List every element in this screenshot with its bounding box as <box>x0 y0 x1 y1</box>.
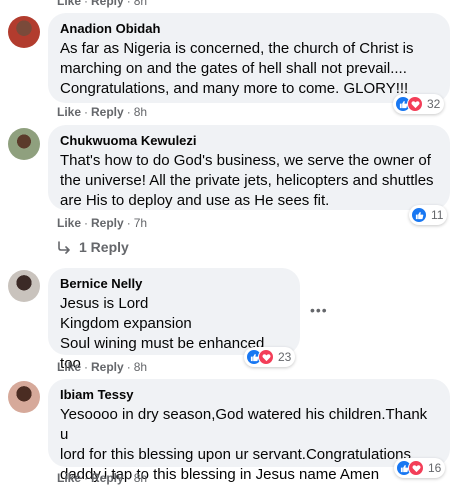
reply-arrow-icon <box>58 241 70 254</box>
comment-author[interactable]: Bernice Nelly <box>60 276 288 292</box>
comment-bubble: Bernice Nelly Jesus is Lord Kingdom expa… <box>48 268 300 372</box>
comment-author[interactable]: Chukwuoma Kewulezi <box>60 133 438 149</box>
comment-line: are His to deploy and use as He sees fit… <box>60 192 330 209</box>
avatar[interactable] <box>8 270 40 302</box>
comment-author[interactable]: Ibiam Tessy <box>60 387 438 403</box>
comment-line: Yesoooo in dry season,God watered his ch… <box>60 406 428 443</box>
reaction-count: 16 <box>428 461 442 475</box>
like-link[interactable]: Like <box>57 360 81 374</box>
like-link[interactable]: Like <box>57 105 81 119</box>
comment-time[interactable]: 8h <box>134 471 147 485</box>
heart-icon <box>407 96 423 112</box>
comment-bubble: Anadion Obidah As far as Nigeria is conc… <box>48 13 450 103</box>
heart-icon <box>408 460 424 476</box>
separator: · <box>126 360 131 374</box>
avatar[interactable] <box>8 16 40 48</box>
view-replies-link[interactable]: 1 Reply <box>57 239 129 255</box>
avatar[interactable] <box>8 128 40 160</box>
top-comment-actions: Like · Reply · 8h <box>57 0 147 8</box>
reaction-count: 23 <box>278 350 292 364</box>
comment-line: That's how to do God's business, we serv… <box>60 152 431 169</box>
separator: · <box>84 216 89 230</box>
more-options-icon[interactable]: ••• <box>310 302 328 318</box>
comment-author[interactable]: Anadion Obidah <box>60 21 438 37</box>
like-link[interactable]: Like <box>57 216 81 230</box>
separator: · <box>126 216 131 230</box>
comment-line: Jesus is Lord <box>60 295 149 312</box>
reaction-summary[interactable]: 23 <box>244 347 296 367</box>
comment-time[interactable]: 8h <box>134 360 147 374</box>
comment-bubble: Chukwuoma Kewulezi That's how to do God'… <box>48 125 450 210</box>
comment-line: lord for this blessing upon ur servant.C… <box>60 446 412 463</box>
reaction-summary[interactable]: 11 <box>409 205 448 225</box>
reply-link[interactable]: Reply <box>91 105 124 119</box>
comment-time[interactable]: 7h <box>134 216 147 230</box>
separator: · <box>126 105 131 119</box>
comment-line: Kingdom expansion <box>60 315 192 332</box>
like-link[interactable]: Like <box>57 0 81 8</box>
reply-link[interactable]: Reply <box>91 0 124 8</box>
comment-time[interactable]: 8h <box>134 0 147 8</box>
comment-actions: Like · Reply · 8h <box>57 105 147 119</box>
replies-label: 1 Reply <box>79 239 129 255</box>
comment-bubble: Ibiam Tessy Yesoooo in dry season,God wa… <box>48 379 450 483</box>
reply-link[interactable]: Reply <box>91 216 124 230</box>
separator: · <box>84 0 89 8</box>
reply-link[interactable]: Reply <box>91 360 124 374</box>
comment-actions: Like · Reply · 7h <box>57 216 147 230</box>
reaction-summary[interactable]: 32 <box>393 94 445 114</box>
heart-icon <box>258 349 274 365</box>
comment-actions: Like · Reply · 8h <box>57 471 147 485</box>
comment-time[interactable]: 8h <box>134 105 147 119</box>
separator: · <box>84 360 89 374</box>
like-link[interactable]: Like <box>57 471 81 485</box>
reaction-count: 32 <box>427 97 441 111</box>
comment-line: Congratulations, and many more to come. … <box>60 80 409 97</box>
comment-line: marching on and the gates of hell shall … <box>60 60 407 77</box>
separator: · <box>126 471 131 485</box>
reaction-summary[interactable]: 16 <box>394 458 446 478</box>
reply-link[interactable]: Reply <box>91 471 124 485</box>
comment-text: As far as Nigeria is concerned, the chur… <box>60 39 438 99</box>
thumbs-up-icon <box>411 207 427 223</box>
comment-text: That's how to do God's business, we serv… <box>60 151 438 211</box>
separator: · <box>126 0 131 8</box>
reaction-count: 11 <box>431 208 444 222</box>
comment-line: As far as Nigeria is concerned, the chur… <box>60 40 414 57</box>
comment-line: the universe! All the private jets, heli… <box>60 172 434 189</box>
separator: · <box>84 471 89 485</box>
separator: · <box>84 105 89 119</box>
comment-actions: Like · Reply · 8h <box>57 360 147 374</box>
avatar[interactable] <box>8 381 40 413</box>
